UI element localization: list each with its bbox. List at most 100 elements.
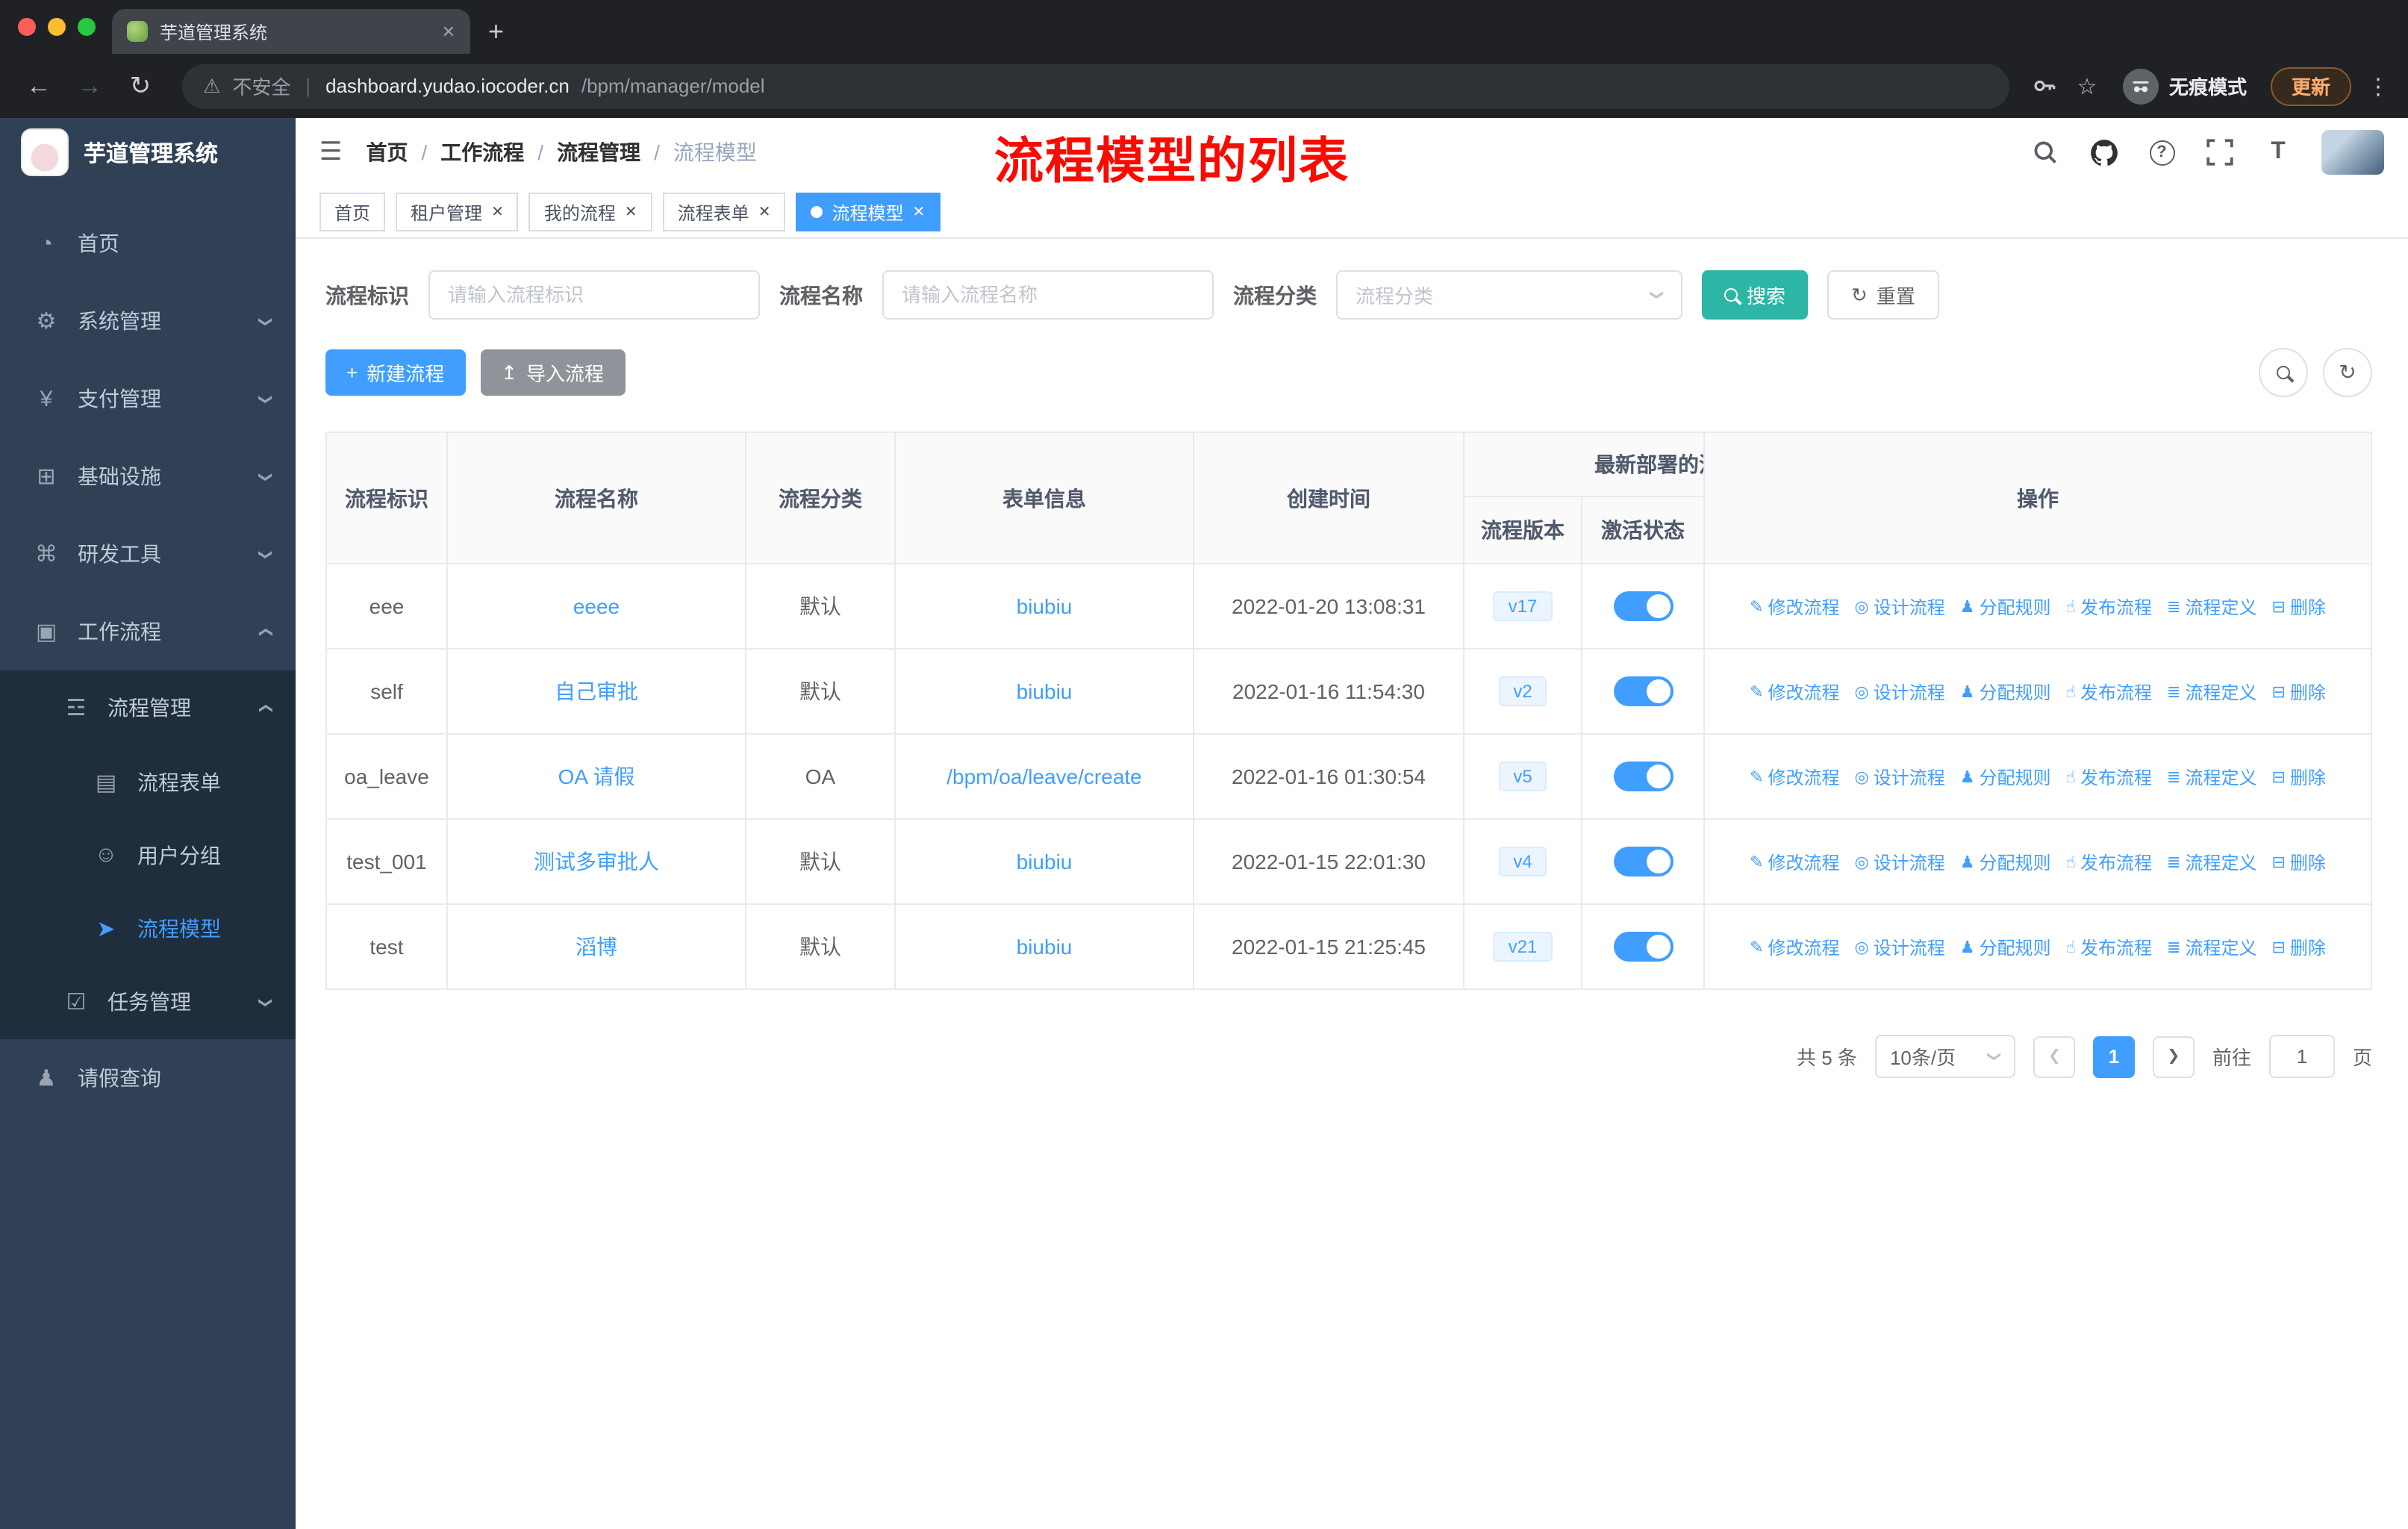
publish-process-link[interactable]: ☝ 发布流程 [2066, 850, 2152, 875]
font-size-icon[interactable]: T [2263, 137, 2293, 167]
sidebar-item-leave-query[interactable]: ♟ 请假查询 [0, 1039, 296, 1117]
form-info-link[interactable]: biubiu [1017, 850, 1073, 874]
sidebar-item-workflow[interactable]: ▣ 工作流程 ❯ [0, 593, 296, 670]
tag-close-icon[interactable]: ✕ [491, 204, 504, 220]
logo-row[interactable]: 芋道管理系统 [0, 118, 296, 187]
password-key-icon[interactable] [2030, 71, 2060, 101]
form-info-link[interactable]: biubiu [1017, 679, 1073, 703]
publish-process-link[interactable]: ☝ 发布流程 [2066, 935, 2152, 960]
assign-rule-link[interactable]: ♟ 分配规则 [1960, 764, 2051, 790]
sidebar-item-task-management[interactable]: ☑ 任务管理 ❯ [0, 965, 296, 1039]
tab-close-icon[interactable]: ✕ [442, 22, 455, 41]
sidebar-item-dev-tools[interactable]: ⌘ 研发工具 ❯ [0, 515, 296, 593]
minimize-window-button[interactable] [48, 18, 66, 36]
design-process-link[interactable]: ◎ 设计流程 [1855, 764, 1945, 790]
sidebar-item-infrastructure[interactable]: ⊞ 基础设施 ❯ [0, 437, 296, 515]
sidebar-item-process-management[interactable]: ☲ 流程管理 ❯ [0, 670, 296, 745]
process-definition-link[interactable]: ≣ 流程定义 [2167, 594, 2256, 620]
breadcrumb-item[interactable]: 流程管理 [557, 137, 640, 167]
toggle-search-button[interactable] [2259, 348, 2308, 397]
publish-process-link[interactable]: ☝ 发布流程 [2066, 764, 2152, 790]
version-tag[interactable]: v2 [1498, 676, 1547, 706]
active-toggle[interactable] [1613, 847, 1673, 876]
new-tab-button[interactable]: + [488, 16, 504, 54]
browser-tab[interactable]: 芋道管理系统 ✕ [112, 9, 470, 54]
process-name-link[interactable]: 滔博 [576, 935, 617, 959]
process-category-select[interactable]: 流程分类 ❯ [1336, 270, 1682, 320]
breadcrumb-item[interactable]: 工作流程 [440, 137, 524, 167]
edit-process-link[interactable]: ✎ 修改流程 [1750, 935, 1839, 960]
tag-我的流程[interactable]: 我的流程 ✕ [528, 193, 652, 231]
process-name-link[interactable]: 自己审批 [555, 679, 638, 703]
active-toggle[interactable] [1613, 676, 1673, 706]
assign-rule-link[interactable]: ♟ 分配规则 [1960, 935, 2051, 960]
search-icon[interactable] [2030, 137, 2060, 167]
form-info-link[interactable]: biubiu [1017, 594, 1073, 618]
github-icon[interactable] [2089, 137, 2118, 167]
sidebar-item-home[interactable]: ◔ 首页 [0, 205, 296, 282]
help-icon[interactable]: ? [2147, 137, 2177, 167]
search-button[interactable]: 搜索 [1702, 270, 1809, 320]
form-info-link[interactable]: /bpm/oa/leave/create [946, 764, 1142, 788]
import-process-button[interactable]: ↥ 导入流程 [480, 349, 626, 396]
goto-page-input[interactable] [2268, 1035, 2335, 1078]
process-key-input[interactable] [428, 270, 760, 320]
edit-process-link[interactable]: ✎ 修改流程 [1750, 850, 1839, 875]
forward-button[interactable]: → [69, 71, 110, 101]
form-info-link[interactable]: biubiu [1017, 935, 1073, 959]
address-bar[interactable]: ⚠ 不安全 | dashboard.yudao.iocoder.cn /bpm/… [182, 63, 2009, 108]
process-name-link[interactable]: 测试多审批人 [534, 850, 659, 874]
design-process-link[interactable]: ◎ 设计流程 [1855, 935, 1945, 960]
process-name-link[interactable]: OA 请假 [558, 764, 635, 788]
bookmark-star-icon[interactable]: ☆ [2069, 72, 2105, 99]
process-name-link[interactable]: eeee [573, 594, 620, 618]
create-process-button[interactable]: + 新建流程 [325, 349, 466, 396]
process-definition-link[interactable]: ≣ 流程定义 [2167, 935, 2256, 960]
page-size-select[interactable]: 10条/页 ❯ [1874, 1035, 2015, 1078]
assign-rule-link[interactable]: ♟ 分配规则 [1960, 594, 2051, 620]
delete-process-link[interactable]: ⊟ 删除 [2271, 764, 2325, 790]
chrome-update-button[interactable]: 更新 [2270, 66, 2351, 105]
tag-首页[interactable]: 首页 [319, 193, 386, 231]
reset-button[interactable]: ↻ 重置 [1827, 270, 1939, 320]
back-button[interactable]: ← [18, 71, 60, 101]
design-process-link[interactable]: ◎ 设计流程 [1855, 679, 1945, 705]
process-name-input[interactable] [882, 270, 1214, 320]
browser-menu-icon[interactable]: ⋮ [2366, 72, 2390, 99]
fullscreen-icon[interactable] [2205, 137, 2235, 167]
assign-rule-link[interactable]: ♟ 分配规则 [1960, 679, 2051, 705]
reload-button[interactable]: ↻ [119, 71, 161, 101]
version-tag[interactable]: v4 [1498, 847, 1547, 876]
incognito-badge[interactable]: 无痕模式 [2122, 68, 2247, 104]
process-definition-link[interactable]: ≣ 流程定义 [2167, 764, 2256, 790]
delete-process-link[interactable]: ⊟ 删除 [2271, 850, 2325, 875]
edit-process-link[interactable]: ✎ 修改流程 [1750, 679, 1839, 705]
delete-process-link[interactable]: ⊟ 删除 [2271, 594, 2325, 620]
active-toggle[interactable] [1613, 591, 1673, 621]
publish-process-link[interactable]: ☝ 发布流程 [2066, 594, 2152, 620]
refresh-table-button[interactable]: ↻ [2323, 348, 2372, 397]
tag-close-icon[interactable]: ✕ [913, 204, 926, 220]
sidebar-item-payment-management[interactable]: ¥ 支付管理 ❯ [0, 360, 296, 437]
process-definition-link[interactable]: ≣ 流程定义 [2167, 679, 2256, 705]
process-definition-link[interactable]: ≣ 流程定义 [2167, 850, 2256, 875]
publish-process-link[interactable]: ☝ 发布流程 [2066, 679, 2152, 705]
sidebar-item-process-form[interactable]: ▤ 流程表单 [0, 745, 296, 818]
close-window-button[interactable] [18, 18, 36, 36]
version-tag[interactable]: v21 [1493, 932, 1553, 962]
tag-close-icon[interactable]: ✕ [758, 204, 771, 220]
delete-process-link[interactable]: ⊟ 删除 [2271, 679, 2325, 705]
active-toggle[interactable] [1613, 762, 1673, 791]
active-toggle[interactable] [1613, 932, 1673, 962]
tag-流程表单[interactable]: 流程表单 ✕ [662, 193, 786, 231]
edit-process-link[interactable]: ✎ 修改流程 [1750, 594, 1839, 620]
prev-page-button[interactable]: ❯ [2033, 1036, 2075, 1077]
design-process-link[interactable]: ◎ 设计流程 [1855, 594, 1945, 620]
version-tag[interactable]: v5 [1498, 762, 1547, 791]
sidebar-item-process-model[interactable]: ➤ 流程模型 [0, 891, 296, 965]
design-process-link[interactable]: ◎ 设计流程 [1855, 850, 1945, 875]
tag-流程模型[interactable]: 流程模型 ✕ [796, 193, 941, 231]
version-tag[interactable]: v17 [1493, 591, 1553, 621]
next-page-button[interactable]: ❯ [2152, 1036, 2195, 1077]
user-avatar[interactable] [2321, 130, 2384, 175]
